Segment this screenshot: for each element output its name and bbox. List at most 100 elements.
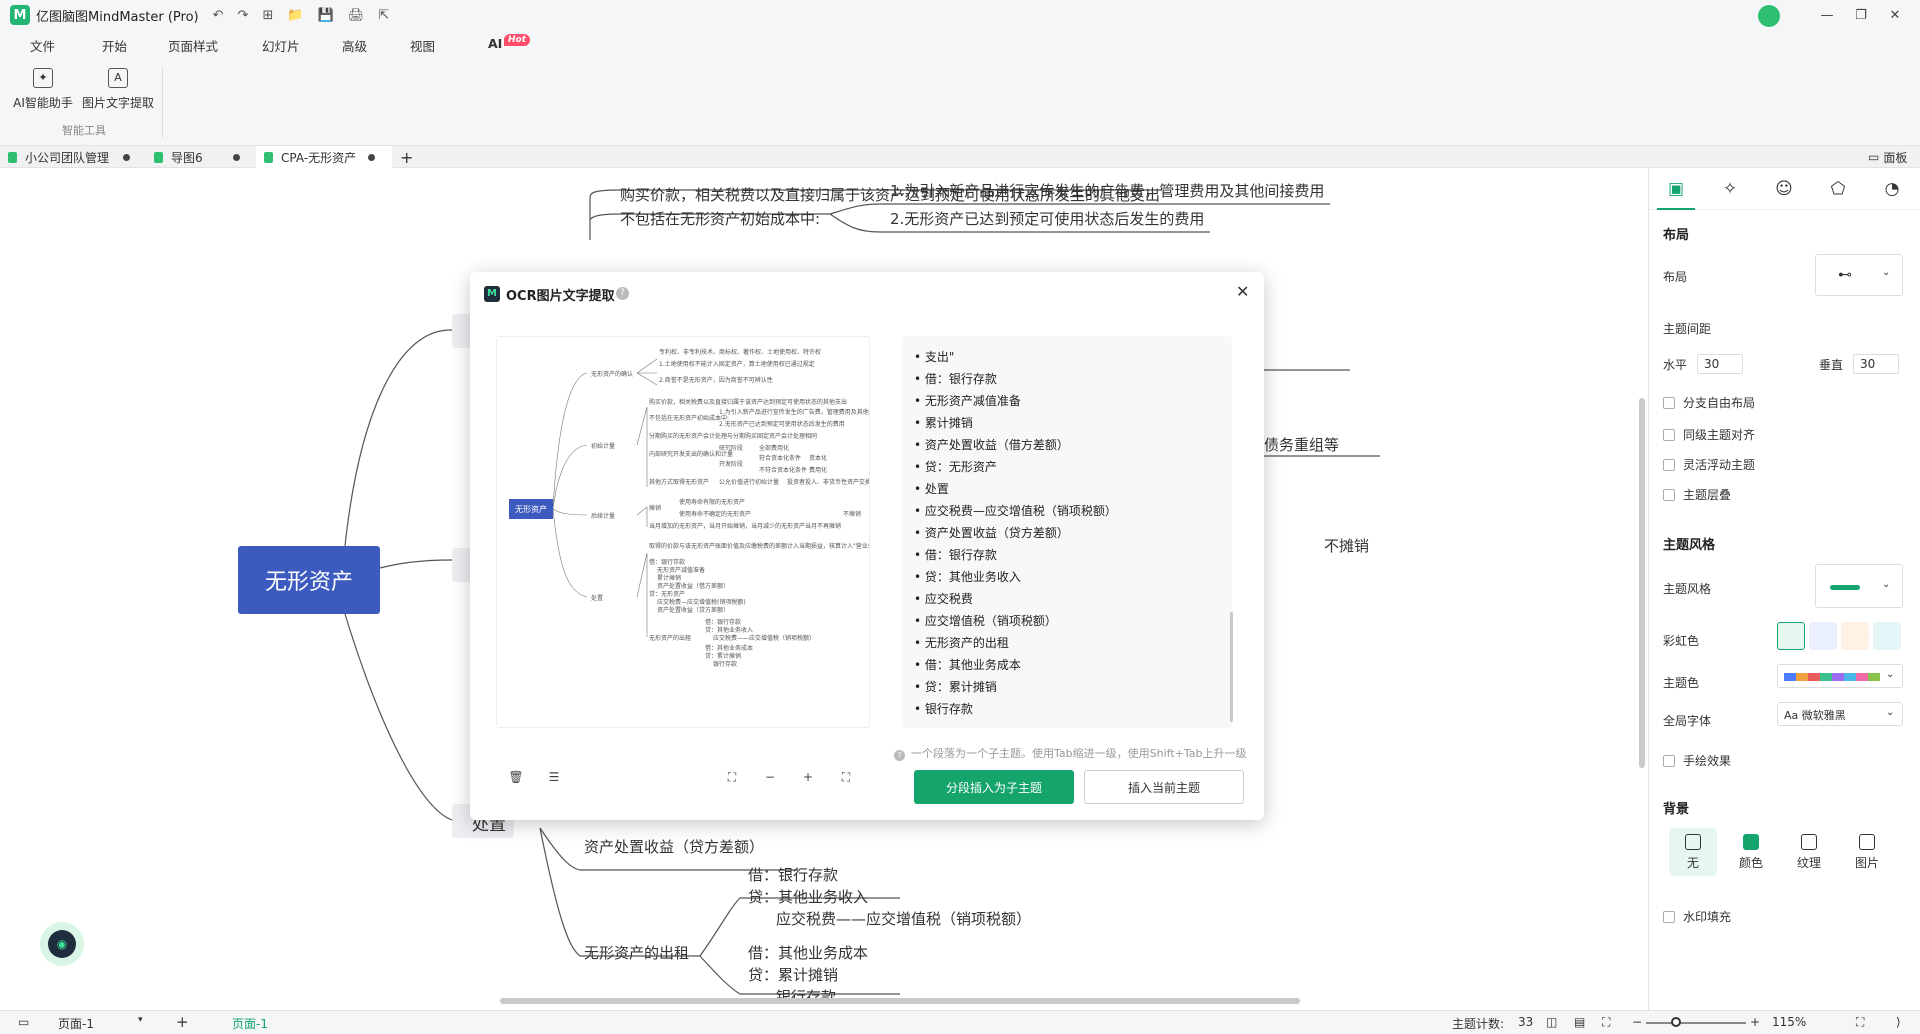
- text-list-icon[interactable]: ☰: [546, 770, 562, 786]
- topic-debt-restructuring[interactable]: 债务重组等: [1264, 434, 1339, 455]
- topic-disposal-gain[interactable]: 资产处置收益（贷方差额）: [584, 836, 764, 857]
- zoom-slider-thumb[interactable]: [1671, 1017, 1681, 1027]
- redo-icon[interactable]: ↷: [238, 8, 249, 23]
- tab-timer-icon[interactable]: ◔: [1879, 176, 1905, 202]
- topic-rental[interactable]: 无形资产的出租: [584, 942, 689, 963]
- doc-tab-3[interactable]: CPA-无形资产: [256, 146, 392, 168]
- book-view-icon[interactable]: ◫: [1546, 1015, 1557, 1029]
- global-font-dropdown[interactable]: Aa 微软雅黑 ⌄: [1777, 702, 1903, 726]
- bg-option-image[interactable]: 图片: [1843, 828, 1891, 876]
- doc-tab-2[interactable]: 导图6: [154, 146, 246, 168]
- topic-excluded-costs[interactable]: 不包括在无形资产初始成本中:: [620, 208, 820, 229]
- ocr-close-button[interactable]: ✕: [1236, 282, 1249, 301]
- print-icon[interactable]: 🖨: [348, 8, 365, 23]
- page-selector[interactable]: 页面-1: [58, 1015, 94, 1032]
- menu-page-style[interactable]: 页面样式: [168, 36, 218, 55]
- vertical-scrollbar[interactable]: [1639, 398, 1645, 768]
- color-fill-icon: [1743, 834, 1759, 850]
- ocr-help-icon[interactable]: ?: [616, 287, 629, 300]
- insert-as-subtopics-button[interactable]: 分段插入为子主题: [914, 770, 1074, 804]
- bg-option-color[interactable]: 颜色: [1727, 828, 1775, 876]
- insert-current-topic-button[interactable]: 插入当前主题: [1084, 770, 1244, 804]
- rainbow-option-2[interactable]: [1809, 622, 1837, 650]
- checkbox-free-layout[interactable]: 分支自由布局: [1663, 394, 1755, 411]
- collapse-panel-icon[interactable]: ⟩: [1896, 1015, 1901, 1029]
- image-text-extract-button[interactable]: A 图片文字提取: [80, 68, 156, 111]
- checkbox-floating-topic[interactable]: 灵活浮动主题: [1663, 456, 1755, 473]
- checkbox-watermark[interactable]: 水印填充: [1663, 908, 1731, 925]
- tab-ai-style-icon[interactable]: ✧: [1717, 176, 1743, 202]
- tab-layout-icon[interactable]: ▣: [1663, 176, 1689, 202]
- menu-slides[interactable]: 幻灯片: [262, 36, 300, 55]
- fit-view-icon[interactable]: ⛶: [1602, 1015, 1610, 1030]
- zoom-value[interactable]: 115%: [1772, 1015, 1806, 1029]
- fit-screen-icon[interactable]: ⛶: [838, 770, 854, 786]
- ai-bot-button[interactable]: ◉: [40, 922, 84, 966]
- menu-start[interactable]: 开始: [102, 36, 127, 55]
- menu-file[interactable]: 文件: [30, 36, 55, 55]
- crop-icon[interactable]: ⛶: [724, 770, 740, 786]
- theme-color-dropdown[interactable]: ⌄: [1777, 664, 1903, 688]
- sidebar-toggle-icon[interactable]: ▭: [18, 1015, 29, 1029]
- layout-label: 布局: [1663, 270, 1688, 284]
- horizontal-scrollbar[interactable]: [500, 998, 1300, 1004]
- theme-style-dropdown[interactable]: ⌄: [1815, 564, 1903, 608]
- zoom-slider[interactable]: [1646, 1022, 1746, 1024]
- rainbow-option-4[interactable]: [1873, 622, 1901, 650]
- chevron-down-icon[interactable]: ▾: [138, 1015, 143, 1025]
- layout-dropdown[interactable]: ⊷ ⌄: [1815, 254, 1903, 296]
- checkbox-align-siblings[interactable]: 同级主题对齐: [1663, 426, 1755, 443]
- delete-image-icon[interactable]: 🗑: [508, 770, 524, 786]
- zoom-in-icon[interactable]: +: [800, 770, 816, 786]
- zoom-out-icon[interactable]: −: [762, 770, 778, 786]
- ocr-mini-label: 投资者投入、非货币性资产交换、债务重组等: [787, 479, 869, 486]
- horizontal-spacing-input[interactable]: 30: [1697, 354, 1743, 374]
- rainbow-option-1[interactable]: [1777, 622, 1805, 650]
- checkbox-topic-overlap[interactable]: 主题层叠: [1663, 486, 1731, 503]
- vertical-spacing-input[interactable]: 30: [1853, 354, 1899, 374]
- add-page-button[interactable]: +: [176, 1013, 189, 1031]
- add-tab-button[interactable]: +: [400, 146, 413, 168]
- tab-theme-icon[interactable]: ⬠: [1825, 176, 1851, 202]
- save-icon[interactable]: 💾: [318, 8, 334, 23]
- bg-option-texture[interactable]: 纹理: [1785, 828, 1833, 876]
- ocr-mini-label: 取得的价款与该无形资产账面价值及应缴税费的差额计入当期损益，核算计入"营业外支出…: [649, 543, 870, 550]
- menu-view[interactable]: 视图: [410, 36, 435, 55]
- ocr-dialog-title: OCR图片文字提取: [506, 289, 615, 304]
- topic-post-ready-costs[interactable]: 2.无形资产已达到预定可使用状态后发生的费用: [890, 208, 1204, 229]
- branch-recognition-node[interactable]: [452, 314, 472, 348]
- topic-no-amortization[interactable]: 不摊销: [1324, 535, 1369, 556]
- menu-advanced[interactable]: 高级: [342, 36, 367, 55]
- rainbow-option-3[interactable]: [1841, 622, 1869, 650]
- fullscreen-icon[interactable]: ⛶: [1856, 1015, 1864, 1030]
- topic-advertising-costs[interactable]: 1.为引入新产品进行宣传发生的广告费，管理费用及其他间接费用: [890, 180, 1324, 201]
- root-topic[interactable]: 无形资产: [238, 546, 380, 614]
- open-folder-icon[interactable]: 📁: [287, 8, 303, 23]
- tab-mark-icon[interactable]: ☺: [1771, 176, 1797, 202]
- new-file-icon[interactable]: ⊞: [262, 8, 273, 23]
- outline-view-icon[interactable]: ▤: [1574, 1015, 1585, 1029]
- ocr-text-scrollbar[interactable]: [1230, 612, 1233, 722]
- user-avatar[interactable]: [1758, 5, 1780, 27]
- close-window-button[interactable]: ✕: [1872, 0, 1918, 30]
- undo-icon[interactable]: ↶: [213, 8, 224, 23]
- ocr-result-text[interactable]: 支出" 借：银行存款 无形资产减值准备 累计摊销 资产处置收益（借方差额） 贷：…: [902, 336, 1232, 728]
- zoom-in-icon[interactable]: +: [1750, 1015, 1760, 1029]
- topic-rent-line-4[interactable]: 借：其他业务成本: [748, 942, 868, 963]
- ai-assistant-button[interactable]: ✦ AI智能助手: [5, 68, 81, 111]
- topic-rent-line-1[interactable]: 借：银行存款: [748, 864, 838, 885]
- checkbox-hand-drawn[interactable]: 手绘效果: [1663, 752, 1731, 769]
- topic-rent-line-2[interactable]: 贷：其他业务收入: [748, 886, 868, 907]
- export-icon[interactable]: ⇱: [378, 8, 389, 23]
- topic-rent-line-5[interactable]: 贷：累计摊销: [748, 964, 838, 985]
- topic-rent-line-3[interactable]: 应交税费——应交增值税（销项税额）: [776, 908, 1031, 929]
- branch-subsequent-node[interactable]: [452, 548, 472, 582]
- doc-tab-1[interactable]: 小公司团队管理: [8, 146, 146, 168]
- bg-option-none[interactable]: 无: [1669, 828, 1717, 876]
- zoom-out-icon[interactable]: −: [1632, 1015, 1642, 1029]
- active-page-tab[interactable]: 页面-1: [232, 1015, 268, 1032]
- menu-ai[interactable]: AI: [488, 36, 502, 51]
- checkbox-box: [1663, 488, 1675, 501]
- panel-toggle-button[interactable]: ▭ 面板: [1868, 146, 1907, 168]
- ribbon: ✦ AI智能助手 A 图片文字提取 智能工具: [0, 58, 1920, 146]
